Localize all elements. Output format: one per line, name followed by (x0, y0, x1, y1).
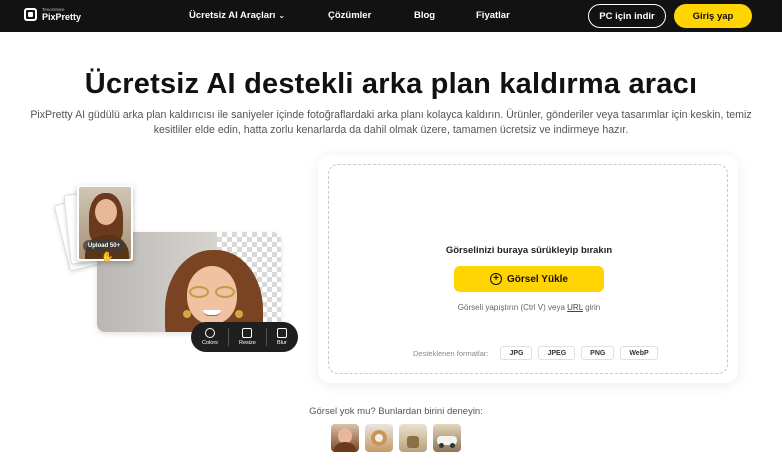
tool-blur: Blur (276, 328, 287, 346)
sample-image-car[interactable] (433, 424, 461, 452)
nav-item-free-ai-tools[interactable]: Ücretsiz AI Araçları ⌄ (189, 10, 285, 21)
tool-label: Blur (277, 340, 287, 346)
hand-cursor-icon: ✋ (101, 252, 114, 263)
brand-name: PixPretty (42, 11, 82, 22)
format-badge-png: PNG (581, 346, 615, 360)
upload-card: Görselinizi buraya sürükleyip bırakın + … (318, 155, 738, 383)
sample-image-dog[interactable] (365, 424, 393, 452)
plus-circle-icon: + (490, 273, 503, 285)
nav-item-pricing[interactable]: Fiyatlar (476, 10, 510, 21)
format-badge-jpeg: JPEG (538, 346, 576, 360)
tool-label: Colors (202, 340, 218, 346)
blur-icon (276, 328, 287, 338)
paste-url-link[interactable]: URL (567, 303, 583, 312)
title-highlight: Ücretsiz (84, 64, 200, 100)
nav-item-label: Ücretsiz AI Araçları (189, 10, 276, 21)
upload-count-badge: Upload 50+ (83, 240, 125, 252)
image-dropzone[interactable]: Görselinizi buraya sürükleyip bırakın + … (328, 164, 728, 374)
glasses (189, 286, 237, 298)
format-badge-webp: WebP (620, 346, 658, 360)
toolbar-divider (265, 328, 267, 346)
sample-images-title: Görsel yok mu? Bunlardan birini deneyin: (309, 406, 483, 417)
nav-item-solutions[interactable]: Çözümler (328, 10, 371, 21)
sample-images (331, 424, 461, 452)
formats-label: Desteklenen formatlar: (413, 348, 489, 358)
supported-formats: Desteklenen formatlar: JPG JPEG PNG WebP (413, 346, 658, 360)
upload-image-button[interactable]: + Görsel Yükle (454, 266, 604, 292)
sample-image-product[interactable] (399, 424, 427, 452)
portrait-subject (155, 248, 281, 332)
nav-item-blog[interactable]: Blog (414, 10, 435, 21)
download-pc-button[interactable]: PC için indir (588, 4, 666, 28)
tool-colors: Colors (202, 328, 218, 346)
sample-image-woman[interactable] (331, 424, 359, 452)
edit-toolbar: Colors Resize Blur (191, 322, 298, 352)
pixpretty-logo-icon (24, 8, 37, 22)
toolbar-divider (227, 328, 229, 346)
brand-logo[interactable]: Tenorshare PixPretty (24, 7, 82, 22)
colors-icon (204, 328, 215, 338)
upload-button-label: Görsel Yükle (507, 273, 568, 285)
tool-label: Resize (239, 340, 256, 346)
page-subtitle: PixPretty AI güdülü arka plan kaldırıcıs… (30, 109, 752, 136)
page-title: Ücretsiz AI destekli arka plan kaldırma … (0, 64, 782, 101)
hero-illustration: Upload 50+ ✋ Colors Resize Blur (53, 180, 305, 355)
paste-hint-suffix: girin (582, 303, 601, 312)
chevron-down-icon: ⌄ (278, 11, 286, 20)
resize-icon (242, 328, 253, 338)
top-navbar: Tenorshare PixPretty Ücretsiz AI Araçlar… (0, 0, 782, 32)
tool-resize: Resize (239, 328, 256, 346)
paste-hint-prefix: Görseli yapıştırın (Ctrl V) veya (457, 303, 568, 312)
login-button[interactable]: Giriş yap (674, 4, 752, 28)
title-rest: AI destekli arka plan kaldırma aracı (199, 68, 698, 100)
paste-hint: Görseli yapıştırın (Ctrl V) veya URL gir… (329, 303, 729, 312)
drop-instruction: Görselinizi buraya sürükleyip bırakın (445, 245, 613, 256)
format-badge-jpg: JPG (500, 346, 533, 360)
